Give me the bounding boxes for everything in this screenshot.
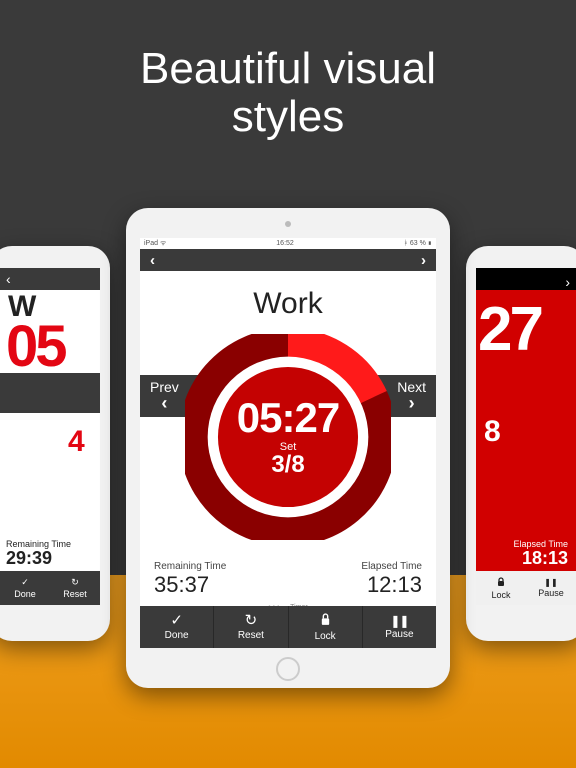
- chevron-right-icon[interactable]: ›: [565, 274, 570, 290]
- right-bottom-bar: Lock ❚❚ Pause: [476, 571, 576, 605]
- left-remaining-value: 29:39: [6, 548, 52, 569]
- status-clock: 16:52: [276, 240, 294, 247]
- done-label: Done: [165, 630, 189, 641]
- lock-button[interactable]: Lock: [289, 606, 363, 648]
- next-label: Next: [397, 380, 426, 394]
- remaining-value: 35:37: [154, 572, 226, 598]
- done-button[interactable]: ✓ Done: [140, 606, 214, 648]
- done-label: Done: [14, 589, 36, 599]
- lock-icon: [496, 577, 506, 589]
- center-topbar: ‹ ›: [140, 249, 436, 271]
- device-center-screen: iPad ᯤ 16:52 ᚼ 63 % ▮ ‹ › Work Prev ‹ Ne…: [140, 238, 436, 648]
- next-button[interactable]: Next ›: [397, 380, 426, 412]
- elapsed-value: 12:13: [367, 572, 422, 598]
- device-left-screen: ‹ W 05 4 Remaining Time 29:39 ✓ Done ↻ R…: [0, 268, 100, 605]
- done-button[interactable]: ✓ Done: [0, 571, 50, 605]
- device-center: iPad ᯤ 16:52 ᚼ 63 % ▮ ‹ › Work Prev ‹ Ne…: [126, 208, 450, 688]
- left-bottom-bar: ✓ Done ↻ Reset: [0, 571, 100, 605]
- phase-title: Work: [140, 271, 436, 331]
- right-elapsed-value: 18:13: [522, 548, 568, 569]
- elapsed-label: Elapsed Time: [361, 561, 422, 572]
- promo-headline: Beautiful visual styles: [0, 45, 576, 142]
- prev-button[interactable]: Prev ‹: [150, 380, 179, 412]
- pause-button[interactable]: ❚❚ Pause: [526, 571, 576, 605]
- bottom-toolbar: ✓ Done ↻ Reset Lock ❚❚ Pause: [140, 606, 436, 648]
- left-topbar: ‹: [0, 268, 100, 290]
- pause-label: Pause: [385, 629, 413, 640]
- device-right: › 27 8 Elapsed Time 18:13 Lock ❚❚ Pause: [466, 246, 576, 641]
- device-left: ‹ W 05 4 Remaining Time 29:39 ✓ Done ↻ R…: [0, 246, 110, 641]
- left-stripe: [0, 373, 100, 413]
- pause-icon: ❚❚: [390, 615, 408, 627]
- remaining-label: Remaining Time: [154, 561, 226, 572]
- left-timer-fragment: 05: [0, 322, 100, 371]
- right-timer-fragment: 27: [476, 290, 576, 357]
- lock-button[interactable]: Lock: [476, 571, 526, 605]
- reset-icon: ↻: [71, 577, 79, 588]
- right-topbar: ›: [476, 268, 576, 290]
- status-bar: iPad ᯤ 16:52 ᚼ 63 % ▮: [140, 238, 436, 249]
- reset-button[interactable]: ↻ Reset: [50, 571, 100, 605]
- prev-label: Prev: [150, 380, 179, 394]
- timer-dial[interactable]: 05:27 Set 3/8: [185, 334, 391, 540]
- chevron-right-icon: ›: [409, 394, 415, 412]
- home-button[interactable]: [276, 657, 300, 681]
- chevron-left-icon[interactable]: ‹: [6, 271, 11, 287]
- check-icon: ✓: [21, 577, 29, 588]
- remaining-block: Remaining Time 35:37: [154, 561, 226, 598]
- reset-button[interactable]: ↻ Reset: [214, 606, 288, 648]
- pause-icon: ❚❚: [544, 578, 557, 587]
- reset-icon: ↻: [245, 613, 258, 628]
- check-icon: ✓: [170, 613, 183, 628]
- pause-button[interactable]: ❚❚ Pause: [363, 606, 436, 648]
- status-left: iPad ᯤ: [144, 239, 166, 248]
- back-button[interactable]: ‹: [150, 252, 155, 269]
- forward-button[interactable]: ›: [421, 252, 426, 269]
- headline-line1: Beautiful visual: [140, 44, 436, 93]
- device-right-screen: › 27 8 Elapsed Time 18:13 Lock ❚❚ Pause: [476, 268, 576, 605]
- pause-label: Pause: [538, 588, 564, 598]
- headline-line2: styles: [232, 92, 344, 141]
- elapsed-block: Elapsed Time 12:13: [361, 561, 422, 598]
- lock-icon: [319, 613, 332, 629]
- timer-value: 05:27: [237, 397, 339, 439]
- chevron-left-icon: ‹: [161, 394, 167, 412]
- lock-label: Lock: [491, 590, 510, 600]
- reset-label: Reset: [238, 630, 264, 641]
- timer-area: Prev ‹ Next ›: [140, 331, 436, 543]
- lock-label: Lock: [315, 631, 336, 642]
- camera-dot: [285, 221, 291, 227]
- right-set-fragment: 8: [476, 357, 576, 449]
- reset-label: Reset: [63, 589, 87, 599]
- set-value: 3/8: [271, 453, 304, 477]
- status-battery: ᚼ 63 % ▮: [404, 240, 432, 247]
- left-set-fragment: 4: [0, 413, 100, 459]
